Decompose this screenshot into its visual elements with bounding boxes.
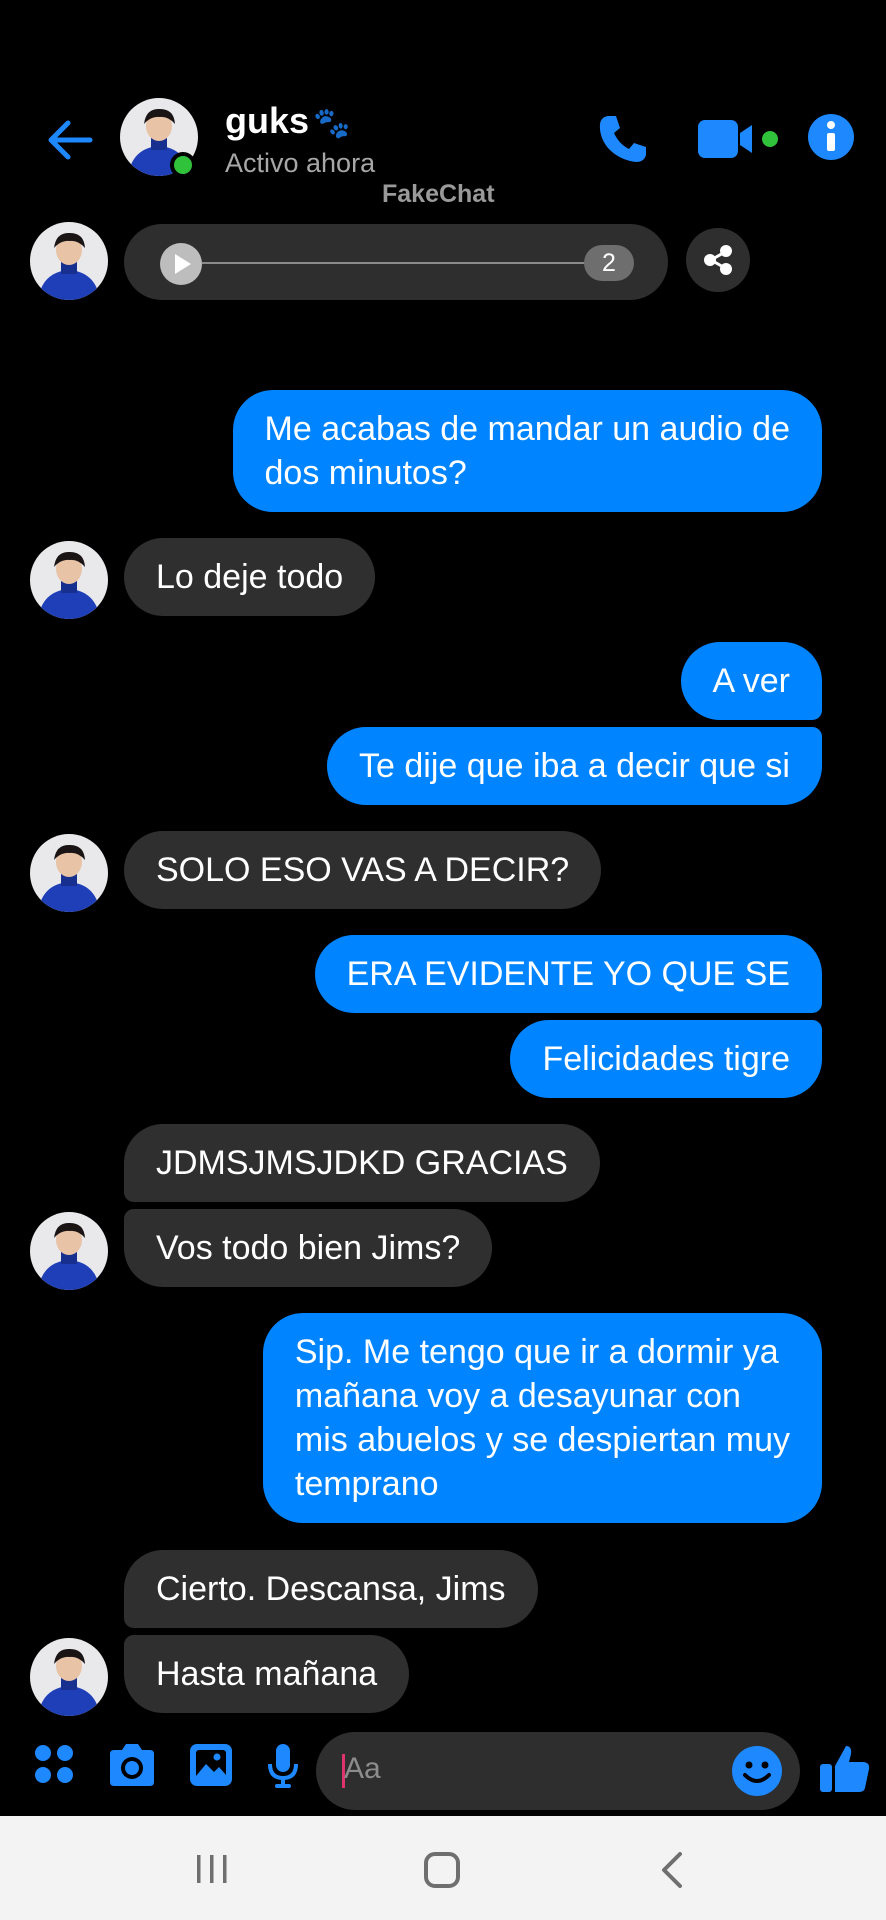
info-icon[interactable] [806,112,856,162]
contact-avatar-small[interactable] [30,222,108,300]
camera-icon[interactable] [106,1742,158,1788]
outgoing-message[interactable]: Felicidades tigre [510,1020,822,1098]
online-status-dot [170,152,196,178]
message-text: ERA EVIDENTE YO QUE SE [346,955,790,993]
incoming-message[interactable]: Lo deje todo [124,538,376,616]
contact-avatar-small[interactable] [30,1212,108,1290]
message-text: Sip. Me tengo que ir a dormir ya mañana … [294,1333,790,1503]
message-text: A ver [712,662,790,700]
audio-count-badge: 2 [584,245,634,281]
emoji-icon[interactable] [730,1744,784,1798]
thumbs-up-icon[interactable] [818,1742,872,1796]
contact-name[interactable]: guks 🐾 [225,100,350,142]
message-input-placeholder: Aa [344,1752,381,1785]
message-text: Vos todo bien Jims? [156,1229,461,1267]
play-icon [175,254,191,274]
outgoing-message[interactable]: Me acabas de mandar un audio de dos minu… [232,390,822,512]
contact-avatar-small[interactable] [30,541,108,619]
message-input[interactable] [316,1732,800,1810]
message-text: SOLO ESO VAS A DECIR? [156,851,570,889]
outgoing-message[interactable]: ERA EVIDENTE YO QUE SE [314,935,822,1013]
home-icon[interactable] [422,1850,462,1890]
message-text: Hasta mañana [156,1655,378,1693]
incoming-message[interactable]: SOLO ESO VAS A DECIR? [124,831,602,909]
incoming-message[interactable]: Cierto. Descansa, Jims [124,1550,538,1628]
share-icon [704,245,732,275]
phone-icon[interactable] [594,110,652,168]
share-button[interactable] [686,228,750,292]
play-button[interactable] [160,243,202,285]
contact-avatar-small[interactable] [30,1638,108,1716]
contact-status: Activo ahora [225,148,376,178]
paw-emoji: 🐾 [313,107,351,140]
apps-grid-icon[interactable] [32,1742,76,1786]
microphone-icon[interactable] [266,1742,300,1790]
incoming-message[interactable]: Vos todo bien Jims? [124,1209,493,1287]
outgoing-message[interactable]: Sip. Me tengo que ir a dormir ya mañana … [262,1313,822,1523]
incoming-message[interactable]: Hasta mañana [124,1635,410,1713]
message-text: Lo deje todo [156,558,344,596]
message-text: Felicidades tigre [542,1040,790,1078]
message-text: JDMSJMSJDKD GRACIAS [156,1144,568,1182]
contact-avatar-small[interactable] [30,834,108,912]
image-icon[interactable] [188,1742,234,1788]
contact-name-text: guks [225,100,310,141]
incoming-message[interactable]: JDMSJMSJDKD GRACIAS [124,1124,600,1202]
outgoing-message[interactable]: Te dije que iba a decir que si [327,727,822,805]
system-back-icon[interactable] [658,1850,686,1890]
outgoing-message[interactable]: A ver [680,642,822,720]
watermark: FakeChat [382,180,495,208]
message-text: Te dije que iba a decir que si [359,747,790,785]
audio-progress-track[interactable] [202,262,592,264]
message-text: Me acabas de mandar un audio de dos minu… [264,410,790,492]
message-text: Cierto. Descansa, Jims [156,1570,506,1608]
back-arrow-icon[interactable] [40,110,100,170]
recent-apps-icon[interactable] [194,1852,230,1886]
video-camera-icon[interactable] [696,116,780,162]
